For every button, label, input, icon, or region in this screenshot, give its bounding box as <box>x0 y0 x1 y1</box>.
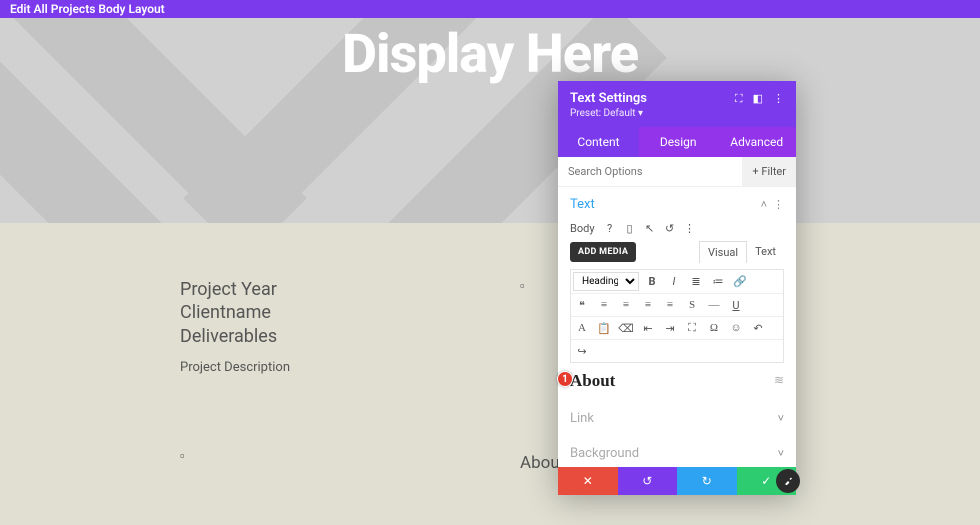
editor-tab-visual[interactable]: Visual <box>699 241 747 263</box>
panel-title: Text Settings <box>570 91 647 106</box>
editor-heading-text[interactable]: About <box>570 371 615 390</box>
text-color-icon[interactable]: A <box>571 317 593 339</box>
project-client: Clientname <box>180 301 290 324</box>
underline-icon[interactable]: U <box>725 294 747 316</box>
strike-icon[interactable]: S <box>681 294 703 316</box>
section-link-title: Link <box>570 411 594 426</box>
canvas: Display Here Project Year Clientname Del… <box>0 18 980 525</box>
indent-icon[interactable]: ⇥ <box>659 317 681 339</box>
page-settings-fab[interactable] <box>776 469 800 493</box>
hero-heading: Display Here <box>342 23 638 86</box>
tab-content[interactable]: Content <box>558 127 639 157</box>
panel-tabs: Content Design Advanced <box>558 127 796 157</box>
project-year: Project Year <box>180 278 290 301</box>
number-list-icon[interactable]: ≔ <box>707 271 729 293</box>
help-icon[interactable]: ? <box>603 222 617 235</box>
wysiwyg-toolbar: Heading 2 B I ≣ ≔ 🔗 ❝ ≡ ≡ ≡ ≡ S — U A 📋 … <box>570 269 784 363</box>
project-deliverables: Deliverables <box>180 325 290 348</box>
hero-section: Display Here <box>0 18 980 223</box>
tab-advanced[interactable]: Advanced <box>717 127 796 157</box>
emoji-icon[interactable]: ☺ <box>725 317 747 339</box>
search-row: + Filter <box>558 157 796 187</box>
panel-actions: ✕ ↺ ↻ ✓ <box>558 467 796 495</box>
brush-icon <box>782 475 794 487</box>
search-input[interactable] <box>558 157 742 186</box>
italic-icon[interactable]: I <box>663 271 685 293</box>
format-select[interactable]: Heading 2 <box>573 272 639 291</box>
hover-icon[interactable]: ↖ <box>643 222 657 235</box>
bullet-list-icon[interactable]: ≣ <box>685 271 707 293</box>
media-row: ADD MEDIA Visual Text <box>558 241 796 269</box>
tab-design[interactable]: Design <box>639 127 718 157</box>
section-text-title: Text <box>570 197 595 212</box>
align-justify-icon[interactable]: ≡ <box>659 294 681 316</box>
dynamic-content-icon[interactable]: ≋ <box>774 373 784 387</box>
broken-image-icon: ▫ <box>180 448 185 464</box>
special-char-icon[interactable]: Ω <box>703 317 725 339</box>
body-option-row: Body ? ▯ ↖ ↺ ⋮ <box>558 222 796 241</box>
section-background-header[interactable]: Background ˅ <box>558 436 796 467</box>
outdent-icon[interactable]: ⇤ <box>637 317 659 339</box>
top-bar: Edit All Projects Body Layout <box>0 0 980 18</box>
broken-image-icon: ▫ <box>520 278 525 294</box>
clear-format-icon[interactable]: ⌫ <box>615 317 637 339</box>
snap-icon[interactable]: ◧ <box>753 92 763 106</box>
expand-icon[interactable]: ⛶ <box>735 92 743 106</box>
phone-icon[interactable]: ▯ <box>623 222 637 235</box>
kebab-icon[interactable]: ⋮ <box>773 198 784 211</box>
undo-icon[interactable]: ↶ <box>747 317 769 339</box>
content-area: Project Year Clientname Deliverables Pro… <box>0 223 980 525</box>
reset-icon[interactable]: ↺ <box>663 222 677 235</box>
add-media-button[interactable]: ADD MEDIA <box>570 242 636 262</box>
chevron-down-icon[interactable]: ˅ <box>778 447 784 460</box>
fullscreen-icon[interactable]: ⛶ <box>681 317 703 339</box>
align-right-icon[interactable]: ≡ <box>637 294 659 316</box>
about-heading-canvas[interactable]: Abou <box>520 453 560 473</box>
bold-icon[interactable]: B <box>641 271 663 293</box>
kebab-icon[interactable]: ⋮ <box>683 222 697 235</box>
undo-button[interactable]: ↺ <box>618 467 678 495</box>
link-icon[interactable]: 🔗 <box>729 271 751 293</box>
project-info: Project Year Clientname Deliverables Pro… <box>180 278 290 375</box>
align-center-icon[interactable]: ≡ <box>615 294 637 316</box>
paste-icon[interactable]: 📋 <box>593 317 615 339</box>
chevron-down-icon[interactable]: ˅ <box>778 412 784 425</box>
top-bar-title: Edit All Projects Body Layout <box>10 2 165 16</box>
editor-tab-text[interactable]: Text <box>747 241 784 263</box>
annotation-marker-1: 1 <box>557 371 573 387</box>
filter-button[interactable]: + Filter <box>742 157 796 186</box>
section-link-header[interactable]: Link ˅ <box>558 401 796 436</box>
kebab-icon[interactable]: ⋮ <box>773 92 784 106</box>
text-settings-panel: Text Settings ⛶ ◧ ⋮ Preset: Default ▾ Co… <box>558 81 796 495</box>
hr-icon[interactable]: — <box>703 294 725 316</box>
preset-dropdown[interactable]: Preset: Default ▾ <box>570 108 784 119</box>
section-background-title: Background <box>570 446 639 461</box>
cancel-button[interactable]: ✕ <box>558 467 618 495</box>
align-left-icon[interactable]: ≡ <box>593 294 615 316</box>
chevron-up-icon[interactable]: ˄ <box>761 198 767 211</box>
redo-icon[interactable]: ↪ <box>571 340 593 362</box>
section-text-header[interactable]: Text ˄ ⋮ <box>558 187 796 222</box>
project-description: Project Description <box>180 360 290 375</box>
editor-area[interactable]: 1 About ≋ <box>570 371 784 391</box>
redo-button[interactable]: ↻ <box>677 467 737 495</box>
quote-icon[interactable]: ❝ <box>571 294 593 316</box>
panel-header[interactable]: Text Settings ⛶ ◧ ⋮ Preset: Default ▾ <box>558 81 796 127</box>
body-label: Body <box>570 222 595 235</box>
